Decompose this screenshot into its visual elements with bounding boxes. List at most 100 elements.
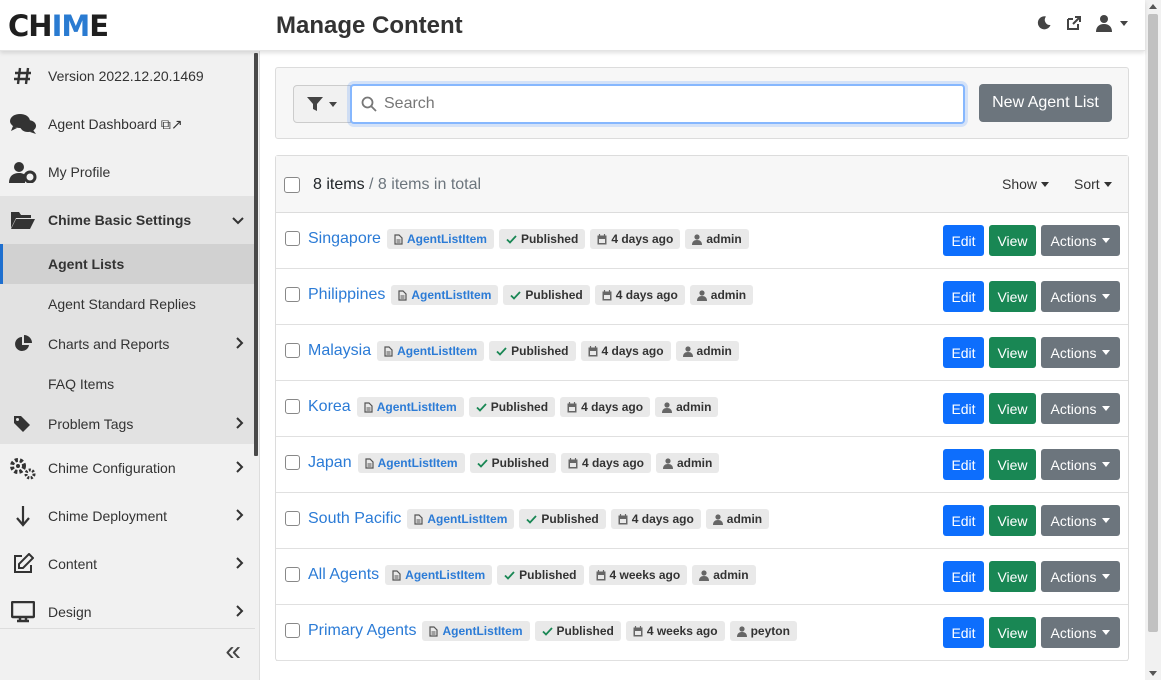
calendar-icon <box>596 569 606 580</box>
sort-dropdown[interactable]: Sort <box>1074 176 1112 192</box>
sidebar-item-charts-and-reports[interactable]: Charts and Reports <box>0 324 255 364</box>
sidebar-item-content[interactable]: Content <box>0 540 255 588</box>
scroll-down-arrow[interactable] <box>1149 671 1157 676</box>
row-title-link[interactable]: South Pacific <box>308 510 401 528</box>
actions-dropdown-button[interactable]: Actions <box>1041 561 1120 592</box>
row-checkbox[interactable] <box>285 231 300 246</box>
view-button[interactable]: View <box>989 225 1036 256</box>
sidebar-item-chime-configuration[interactable]: Chime Configuration <box>0 444 255 492</box>
edit-button[interactable]: Edit <box>943 561 984 592</box>
date-label: 4 days ago <box>581 400 644 414</box>
filter-button[interactable] <box>293 85 351 123</box>
row-checkbox[interactable] <box>285 343 300 358</box>
row-title-link[interactable]: Malaysia <box>308 342 371 360</box>
actions-dropdown-button[interactable]: Actions <box>1041 505 1120 536</box>
table-row: South Pacific AgentListItem Published 4 day… <box>276 493 1128 549</box>
folder-open-icon <box>9 206 37 234</box>
row-info: South Pacific AgentListItem Published 4 day… <box>308 509 774 529</box>
collapse-sidebar-icon[interactable]: « <box>225 637 241 665</box>
type-badge[interactable]: AgentListItem <box>391 285 499 305</box>
actions-dropdown-button[interactable]: Actions <box>1041 449 1120 480</box>
actions-label: Actions <box>1050 624 1097 641</box>
type-badge[interactable]: AgentListItem <box>422 621 530 641</box>
select-all-checkbox[interactable] <box>284 177 300 193</box>
type-badge[interactable]: AgentListItem <box>386 229 494 249</box>
user-icon <box>736 625 747 637</box>
row-title-link[interactable]: Philippines <box>308 286 385 304</box>
view-button[interactable]: View <box>989 393 1036 424</box>
edit-button[interactable]: Edit <box>943 281 984 312</box>
moon-icon[interactable] <box>1036 15 1052 31</box>
view-button[interactable]: View <box>989 617 1036 648</box>
type-label: AgentListItem <box>376 400 457 414</box>
view-button[interactable]: View <box>989 561 1036 592</box>
sidebar-item-chime-basic-settings[interactable]: Chime Basic Settings <box>0 196 255 244</box>
row-title-link[interactable]: All Agents <box>308 566 379 584</box>
row-checkbox[interactable] <box>285 287 300 302</box>
author-badge: admin <box>655 453 720 473</box>
table-row: All Agents AgentListItem Published 4 weeks … <box>276 549 1128 605</box>
user-menu[interactable] <box>1096 14 1128 32</box>
edit-button[interactable]: Edit <box>943 505 984 536</box>
sidebar-item-my-profile[interactable]: My Profile <box>0 147 255 197</box>
edit-button[interactable]: Edit <box>943 225 984 256</box>
view-button[interactable]: View <box>989 337 1036 368</box>
row-title-link[interactable]: Primary Agents <box>308 622 416 640</box>
table-row: Primary Agents AgentListItem Published 4 we… <box>276 605 1128 661</box>
sidebar-item-version[interactable]: Version 2022.12.20.1469 <box>0 51 255 101</box>
actions-dropdown-button[interactable]: Actions <box>1041 617 1120 648</box>
view-button[interactable]: View <box>989 281 1036 312</box>
row-checkbox[interactable] <box>285 623 300 638</box>
row-checkbox[interactable] <box>285 567 300 582</box>
external-link-icon[interactable] <box>1066 15 1082 31</box>
row-checkbox[interactable] <box>285 455 300 470</box>
scroll-up-arrow[interactable] <box>1149 4 1157 9</box>
check-icon <box>541 626 553 636</box>
actions-label: Actions <box>1050 400 1097 417</box>
type-badge[interactable]: AgentListItem <box>357 453 465 473</box>
show-dropdown[interactable]: Show <box>1002 176 1050 192</box>
row-title-link[interactable]: Korea <box>308 398 351 416</box>
actions-dropdown-button[interactable]: Actions <box>1041 225 1120 256</box>
sidebar-item-agent-lists[interactable]: Agent Lists <box>0 244 255 284</box>
view-button[interactable]: View <box>989 505 1036 536</box>
date-label: 4 days ago <box>615 288 678 302</box>
sidebar-item-agent-standard-replies[interactable]: Agent Standard Replies <box>0 284 255 324</box>
actions-dropdown-button[interactable]: Actions <box>1041 281 1120 312</box>
sidebar-item-label: Chime Configuration <box>48 460 176 476</box>
type-badge[interactable]: AgentListItem <box>407 509 515 529</box>
chevron-down-icon <box>329 101 337 107</box>
edit-button[interactable]: Edit <box>943 617 984 648</box>
view-button[interactable]: View <box>989 449 1036 480</box>
sidebar-item-faq-items[interactable]: FAQ Items <box>0 364 255 404</box>
scroll-thumb[interactable] <box>1148 14 1158 632</box>
edit-button[interactable]: Edit <box>943 393 984 424</box>
row-title-link[interactable]: Japan <box>308 454 352 472</box>
type-badge[interactable]: AgentListItem <box>356 397 464 417</box>
search-input[interactable] <box>384 86 954 122</box>
status-badge: Published <box>489 341 576 361</box>
type-badge[interactable]: AgentListItem <box>377 341 485 361</box>
row-checkbox[interactable] <box>285 399 300 414</box>
sidebar-item-chime-deployment[interactable]: Chime Deployment <box>0 492 255 540</box>
row-checkbox[interactable] <box>285 511 300 526</box>
new-agent-list-button[interactable]: New Agent List <box>979 84 1112 122</box>
chime-logo[interactable]: CH IM E <box>8 9 109 43</box>
author-badge: admin <box>675 341 739 361</box>
page-scrollbar[interactable] <box>1145 0 1161 680</box>
type-badge[interactable]: AgentListItem <box>385 565 493 585</box>
search-field[interactable] <box>350 84 965 124</box>
actions-dropdown-button[interactable]: Actions <box>1041 393 1120 424</box>
edit-button[interactable]: Edit <box>943 449 984 480</box>
table-row: Japan AgentListItem Published 4 days ago adm… <box>276 437 1128 493</box>
table-row: Malaysia AgentListItem Published 4 days ago… <box>276 325 1128 381</box>
logo-text-1: CH <box>8 9 53 43</box>
row-title-link[interactable]: Singapore <box>308 230 381 248</box>
sidebar-item-agent-dashboard[interactable]: Agent Dashboard ⧉↗ <box>0 99 255 149</box>
sidebar-scrollbar[interactable] <box>254 53 258 456</box>
sidebar-item-problem-tags[interactable]: Problem Tags <box>0 404 255 444</box>
date-label: 4 days ago <box>581 456 644 470</box>
actions-dropdown-button[interactable]: Actions <box>1041 337 1120 368</box>
status-label: Published <box>525 288 583 302</box>
edit-button[interactable]: Edit <box>943 337 984 368</box>
